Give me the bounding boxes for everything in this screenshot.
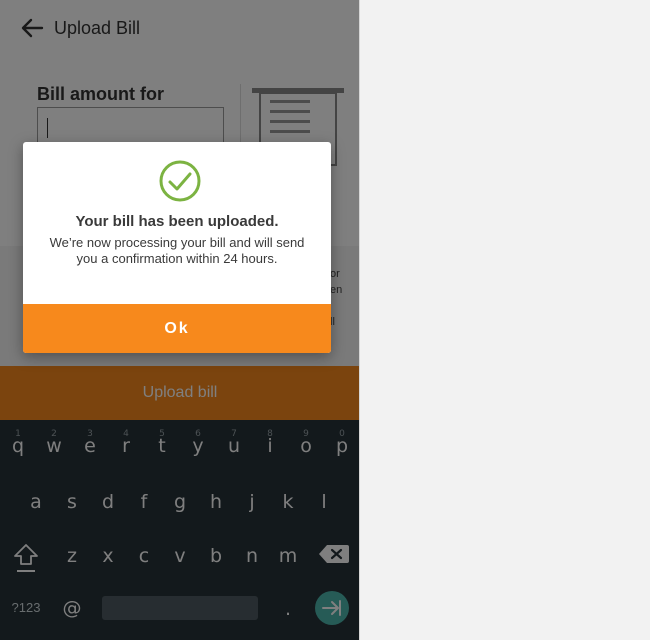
upload-success-dialog: Your bill has been uploaded. We’re now p… — [23, 142, 331, 353]
ok-button-label: Ok — [164, 319, 190, 337]
dialog-title: Your bill has been uploaded. — [75, 213, 279, 230]
ok-button[interactable]: Ok — [23, 304, 331, 353]
dialog-message: We’re now processing your bill and will … — [49, 235, 305, 266]
phone-screen: Upload Bill Bill amount for or en ll Upl… — [0, 0, 360, 640]
canvas: Upload Bill Bill amount for or en ll Upl… — [0, 0, 650, 640]
check-circle-icon — [159, 160, 201, 202]
